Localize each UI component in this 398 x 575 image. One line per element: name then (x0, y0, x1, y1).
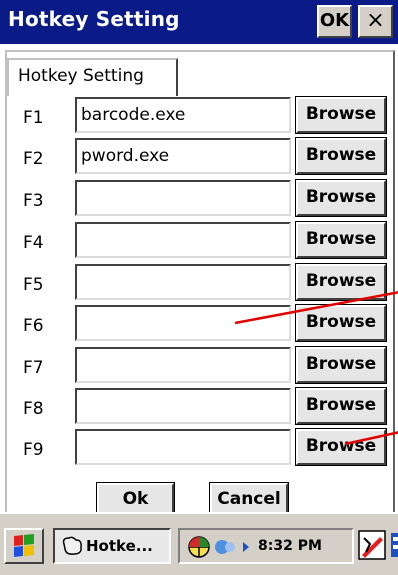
system-tray: 8:32 PM (178, 528, 354, 564)
app-icon (62, 536, 82, 555)
hotkey-row-f5: F5 Browse (0, 263, 398, 301)
pen-input-icon[interactable] (358, 530, 386, 560)
hotkey-row-f6: F6 Browse (0, 304, 398, 342)
hotkey-row-f2: F2 pword.exe Browse (0, 137, 398, 175)
hotkey-path-input[interactable]: barcode.exe (75, 97, 291, 133)
hotkey-row-f7: F7 Browse (0, 346, 398, 384)
window-title: Hotkey Setting (8, 7, 180, 31)
start-button[interactable] (4, 528, 44, 564)
hotkey-label: F7 (23, 358, 44, 378)
taskbar-task-label: Hotke... (86, 537, 153, 555)
browse-button[interactable]: Browse (295, 304, 387, 342)
color-wheel-icon[interactable] (187, 535, 211, 559)
hotkey-path-input[interactable] (75, 347, 291, 383)
browse-button[interactable]: Browse (295, 137, 387, 175)
hotkey-path-input[interactable] (75, 305, 291, 341)
keyboard-icon[interactable] (390, 530, 398, 560)
hotkey-path-input[interactable] (75, 429, 291, 465)
hotkey-row-f1: F1 barcode.exe Browse (0, 96, 398, 134)
browse-button[interactable]: Browse (295, 428, 387, 466)
hotkey-label: F2 (23, 149, 44, 169)
taskbar-task-hotkey[interactable]: Hotke... (53, 528, 171, 564)
hotkey-label: F8 (23, 399, 44, 419)
hotkey-row-f8: F8 Browse (0, 387, 398, 425)
hotkey-label: F4 (23, 233, 44, 253)
title-bar: Hotkey Setting OK × (0, 0, 398, 44)
hotkey-label: F3 (23, 191, 44, 211)
taskbar: Hotke... 8:32 PM (0, 512, 398, 575)
hotkey-path-input[interactable] (75, 388, 291, 424)
tab-hotkey-setting[interactable]: Hotkey Setting (7, 58, 178, 96)
windows-flag-icon (14, 534, 34, 557)
hotkey-path-input[interactable] (75, 264, 291, 300)
hotkey-label: F5 (23, 275, 44, 295)
close-button[interactable]: × (358, 5, 393, 38)
browse-button[interactable]: Browse (295, 387, 387, 425)
hotkey-row-f3: F3 Browse (0, 179, 398, 217)
browse-button[interactable]: Browse (295, 346, 387, 384)
hotkey-label: F9 (23, 440, 44, 460)
hotkey-path-input[interactable]: pword.exe (75, 138, 291, 174)
browse-button[interactable]: Browse (295, 221, 387, 259)
hotkey-row-f9: F9 Browse (0, 428, 398, 466)
hotkey-label: F6 (23, 316, 44, 336)
browse-button[interactable]: Browse (295, 96, 387, 134)
title-ok-button[interactable]: OK (317, 5, 352, 38)
hotkey-row-f4: F4 Browse (0, 221, 398, 259)
hotkey-label: F1 (23, 108, 44, 128)
clock[interactable]: 8:32 PM (258, 538, 322, 554)
hotkey-path-input[interactable] (75, 180, 291, 216)
hotkey-path-input[interactable] (75, 222, 291, 258)
browse-button[interactable]: Browse (295, 263, 387, 301)
browse-button[interactable]: Browse (295, 179, 387, 217)
network-icon[interactable] (212, 535, 252, 559)
